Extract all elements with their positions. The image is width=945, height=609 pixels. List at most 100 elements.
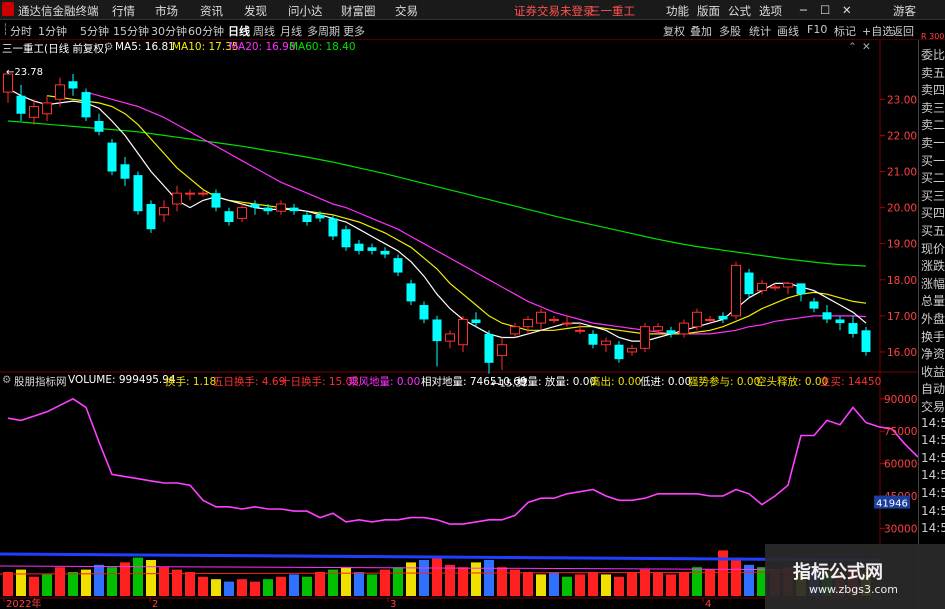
panel-item[interactable]: 委比 <box>921 46 945 63</box>
volume-bar <box>445 564 455 596</box>
volume-bar <box>575 574 585 596</box>
volume-bar <box>549 572 559 596</box>
indicator-item: 换手: 1.18 <box>165 376 217 388</box>
volume-bar <box>536 574 546 596</box>
panel-item[interactable]: 卖五 <box>921 64 945 81</box>
panel-item[interactable]: 净资 <box>921 345 945 362</box>
volume-bar <box>107 567 117 596</box>
kline-chart[interactable]: ←23.78←15.37 23.0022.0021.0020.0019.0018… <box>0 0 945 609</box>
volume-bar <box>666 574 676 596</box>
panel-item[interactable]: 14:56 <box>921 451 945 465</box>
indicator-item: 主买: 14450 <box>820 376 882 388</box>
panel-item[interactable]: 买三 <box>921 187 945 204</box>
panel-item[interactable]: 涨跌 <box>921 257 945 274</box>
candle-body-down <box>614 344 624 360</box>
panel-item[interactable]: 总量 <box>921 292 945 309</box>
quote-side-panel: R 300 委比 卖五 卖四 卖三 卖二 卖一 买一 买二 买三 买四 买五 现价 涨跌 涨幅 总量 外盘 换手净… <box>918 32 945 609</box>
volume-bar <box>237 579 247 596</box>
panel-item[interactable]: 买五 <box>921 222 945 239</box>
volume-bar <box>94 564 104 596</box>
ma60-label: MA60: 18.40 <box>289 41 356 53</box>
panel-item[interactable]: 卖二 <box>921 116 945 133</box>
candle-body-up <box>458 318 468 346</box>
volume-bar <box>614 576 624 596</box>
candle-body-up <box>172 192 182 205</box>
candle-body-down <box>341 229 351 248</box>
candle-body-up <box>55 84 65 100</box>
indicator-gear-icon[interactable]: ⚙ <box>2 374 11 386</box>
price-tick-label: 22.00 <box>887 130 917 142</box>
panel-item[interactable]: 14:56 <box>921 468 945 482</box>
candle-body-up <box>692 311 702 328</box>
price-tick-label: 21.00 <box>887 166 917 178</box>
candle-body-down <box>289 207 299 212</box>
panel-item[interactable]: 买一 <box>921 152 945 169</box>
panel-item[interactable]: 换手 <box>921 328 945 345</box>
candle-body-down <box>146 203 156 230</box>
volume-bar <box>497 567 507 596</box>
panel-item[interactable]: 14:56 <box>921 504 945 518</box>
candle-body-up <box>497 344 507 357</box>
panel-item[interactable]: 涨幅 <box>921 275 945 292</box>
panel-item[interactable]: 自动 <box>921 380 945 397</box>
panel-item[interactable]: 买四 <box>921 204 945 221</box>
candle-body-up <box>198 192 208 195</box>
volume-bar <box>185 572 195 596</box>
indicator-header: ⚙ 股朋指标网 VOLUME: 999495.94 换手: 1.18 五日换手: … <box>0 373 882 389</box>
indicator-name[interactable]: 股朋指标网 <box>14 374 67 389</box>
panel-item[interactable]: 买二 <box>921 169 945 186</box>
panel-item[interactable]: 卖一 <box>921 134 945 151</box>
panel-item[interactable]: 交易 <box>921 398 945 415</box>
candle-body-up <box>757 282 767 292</box>
candle-body-up <box>601 340 611 346</box>
ind-tick-label: 60000 <box>884 459 917 471</box>
panel-item[interactable]: 14:56 <box>921 486 945 500</box>
candle-body-down <box>406 283 416 302</box>
candle-body-down <box>367 247 377 251</box>
candle-body-up <box>549 318 559 321</box>
panel-item[interactable]: 外盘 <box>921 310 945 327</box>
panel-collapse-icon[interactable]: ✕ <box>862 41 871 53</box>
candle-body-down <box>68 81 78 89</box>
candle-body-up <box>510 326 520 335</box>
panel-item[interactable]: 14:56 <box>921 433 945 447</box>
panel-item[interactable]: 现价 <box>921 240 945 257</box>
watermark: 指标公式网 www.zbgs3.com <box>765 544 945 609</box>
price-tick-label: 18.00 <box>887 275 917 287</box>
candle-body-down <box>354 243 364 251</box>
time-tick-label: 3 <box>390 599 396 609</box>
settings-gear-icon[interactable]: ⚙ <box>104 41 113 53</box>
candle-body-up <box>276 203 286 212</box>
candle-body-down <box>809 301 819 309</box>
candle-body-up <box>653 326 663 331</box>
candle-body-up <box>679 322 689 335</box>
volume-bar <box>419 560 429 596</box>
panel-item[interactable]: 14:56 <box>921 521 945 535</box>
panel-item[interactable]: 卖四 <box>921 81 945 98</box>
volume-bar <box>289 574 299 596</box>
panel-item[interactable]: 14:56 <box>921 416 945 430</box>
candle-body-up <box>627 347 637 353</box>
candle-body-down <box>666 330 676 334</box>
indicator-item: 五日换手: 4.69 <box>213 376 286 388</box>
volume-bar <box>627 572 637 596</box>
stock-name-label[interactable]: 三一重工(日线 前复权) <box>2 41 108 56</box>
panel-item[interactable]: 卖三 <box>921 99 945 116</box>
candle-body-up <box>185 192 195 195</box>
ma10-line <box>46 95 867 335</box>
chevron-up-icon[interactable]: ⌃ <box>848 41 857 53</box>
price-tick-label: 16.00 <box>887 347 917 359</box>
candle-body-down <box>822 312 832 320</box>
volume-bar <box>250 581 260 596</box>
volume-bar <box>731 557 741 596</box>
volume-bar <box>588 572 598 596</box>
candle-body-up <box>159 207 169 216</box>
volume-bar <box>523 572 533 596</box>
time-tick-label: 4 <box>705 599 711 609</box>
candle-body-up <box>575 329 585 332</box>
ind-line <box>7 397 919 525</box>
volume-bar <box>393 567 403 596</box>
indicator-item: 乘风地量: 0.00 <box>348 376 421 388</box>
panel-item[interactable]: 收益 <box>921 363 945 380</box>
volume-bar <box>29 576 39 596</box>
